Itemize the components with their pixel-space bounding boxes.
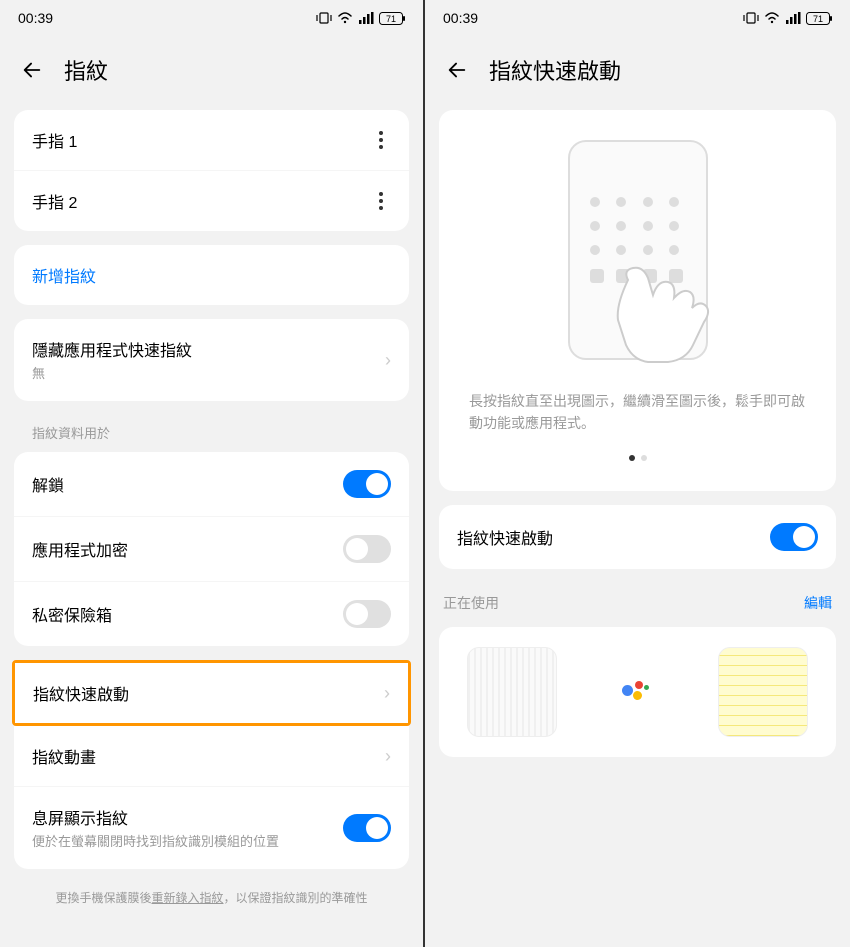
quick-launch-toggle-label: 指紋快速啟動 — [457, 525, 553, 549]
arrow-left-icon — [21, 59, 43, 81]
quick-launch-item[interactable]: 指紋快速啟動 › — [15, 663, 408, 723]
quick-launch-toggle-card: 指紋快速啟動 — [439, 505, 836, 569]
unlock-toggle[interactable] — [343, 470, 391, 498]
in-use-header: 正在使用 編輯 — [425, 579, 850, 627]
app-tile-placeholder[interactable] — [467, 647, 557, 737]
aod-item[interactable]: 息屏顯示指紋 便於在螢幕關閉時找到指紋識別模組的位置 — [14, 786, 409, 869]
hidden-app-subtitle: 無 — [32, 365, 385, 383]
vibrate-icon — [316, 12, 332, 24]
finger-1-item[interactable]: 手指 1 — [14, 110, 409, 170]
app-preview-card — [439, 627, 836, 757]
section-label: 指紋資料用於 — [14, 415, 409, 452]
app-encrypt-item[interactable]: 應用程式加密 — [14, 516, 409, 581]
screen-fingerprint-settings: 00:39 71 指紋 手指 1 手指 2 新增指紋 — [0, 0, 425, 947]
status-icons: 71 — [743, 12, 832, 25]
page-title: 指紋快速啟動 — [489, 54, 621, 86]
more-icon[interactable] — [371, 192, 391, 210]
page-dot-active — [629, 455, 635, 461]
status-time: 00:39 — [443, 10, 478, 26]
unlock-item[interactable]: 解鎖 — [14, 452, 409, 516]
status-time: 00:39 — [18, 10, 53, 26]
private-safe-label: 私密保險箱 — [32, 602, 112, 626]
hand-icon — [598, 250, 758, 370]
app-encrypt-label: 應用程式加密 — [32, 537, 128, 561]
add-fingerprint-button[interactable]: 新增指紋 — [14, 245, 409, 305]
app-tile-notes[interactable] — [718, 647, 808, 737]
wifi-icon — [764, 12, 780, 24]
status-bar: 00:39 71 — [425, 0, 850, 36]
arrow-left-icon — [446, 59, 468, 81]
quick-launch-toggle-item[interactable]: 指紋快速啟動 — [439, 505, 836, 569]
private-safe-item[interactable]: 私密保險箱 — [14, 581, 409, 646]
phone-illustration — [459, 130, 816, 390]
more-icon[interactable] — [371, 131, 391, 149]
page-indicator — [459, 435, 816, 471]
finger-label: 手指 2 — [32, 189, 77, 213]
app-encrypt-toggle[interactable] — [343, 535, 391, 563]
chevron-right-icon: › — [385, 350, 391, 371]
add-label: 新增指紋 — [32, 263, 96, 287]
signal-icon — [785, 12, 801, 24]
aod-subtitle: 便於在螢幕關閉時找到指紋識別模組的位置 — [32, 833, 343, 851]
animation-item[interactable]: 指紋動畫 › — [14, 726, 409, 786]
status-icons: 71 — [316, 12, 405, 25]
add-fingerprint-card: 新增指紋 — [14, 245, 409, 305]
unlock-label: 解鎖 — [32, 472, 64, 496]
hidden-app-card: 隱藏應用程式快速指紋 無 › — [14, 319, 409, 401]
google-assistant-icon — [622, 677, 652, 707]
footer-hint: 更換手機保護膜後重新錄入指紋，以保證指紋識別的準確性 — [14, 883, 409, 912]
hidden-app-item[interactable]: 隱藏應用程式快速指紋 無 › — [14, 319, 409, 401]
chevron-right-icon: › — [384, 683, 390, 704]
page-dot — [641, 455, 647, 461]
svg-text:71: 71 — [386, 14, 396, 24]
instruction-card: 長按指紋直至出現圖示，繼續滑至圖示後，鬆手即可啟動功能或應用程式。 — [439, 110, 836, 491]
chevron-right-icon: › — [385, 746, 391, 767]
content: 手指 1 手指 2 新增指紋 隱藏應用程式快速指紋 無 › 指紋資料用於 — [0, 110, 423, 947]
edit-button[interactable]: 編輯 — [804, 593, 832, 613]
battery-icon: 71 — [806, 12, 832, 25]
finger-label: 手指 1 — [32, 128, 77, 152]
animation-label: 指紋動畫 — [32, 744, 96, 768]
hidden-app-title: 隱藏應用程式快速指紋 — [32, 337, 385, 361]
header: 指紋快速啟動 — [425, 36, 850, 110]
quick-launch-toggle[interactable] — [770, 523, 818, 551]
app-tile-assistant[interactable] — [592, 647, 682, 737]
instruction-text: 長按指紋直至出現圖示，繼續滑至圖示後，鬆手即可啟動功能或應用程式。 — [459, 390, 816, 435]
fingers-card: 手指 1 手指 2 — [14, 110, 409, 231]
quick-launch-label: 指紋快速啟動 — [33, 681, 129, 705]
finger-2-item[interactable]: 手指 2 — [14, 170, 409, 231]
uses-card: 解鎖 應用程式加密 私密保險箱 — [14, 452, 409, 646]
signal-icon — [358, 12, 374, 24]
re-enroll-link[interactable]: 重新錄入指紋 — [151, 891, 223, 905]
extras-card: 指紋動畫 › 息屏顯示指紋 便於在螢幕關閉時找到指紋識別模組的位置 — [14, 726, 409, 869]
header: 指紋 — [0, 36, 423, 110]
aod-toggle[interactable] — [343, 814, 391, 842]
in-use-label: 正在使用 — [443, 593, 499, 613]
back-button[interactable] — [445, 58, 469, 82]
vibrate-icon — [743, 12, 759, 24]
highlight-box: 指紋快速啟動 › — [12, 660, 411, 726]
back-button[interactable] — [20, 58, 44, 82]
screen-quick-launch: 00:39 71 指紋快速啟動 — [425, 0, 850, 947]
battery-icon: 71 — [379, 12, 405, 25]
status-bar: 00:39 71 — [0, 0, 423, 36]
page-title: 指紋 — [64, 54, 108, 86]
aod-title: 息屏顯示指紋 — [32, 805, 343, 829]
svg-text:71: 71 — [813, 14, 823, 24]
private-safe-toggle[interactable] — [343, 600, 391, 628]
wifi-icon — [337, 12, 353, 24]
